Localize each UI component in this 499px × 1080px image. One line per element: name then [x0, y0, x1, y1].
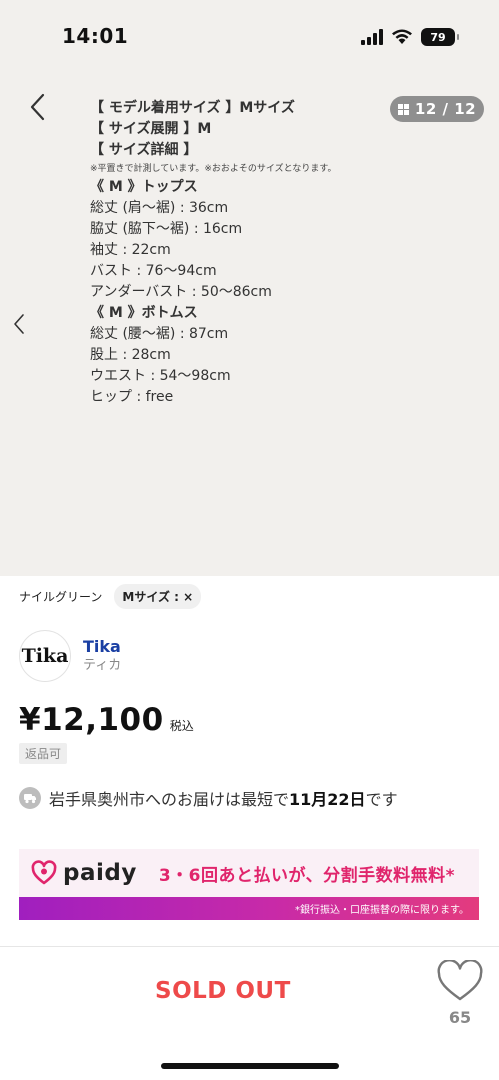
paidy-footnote: *銀行振込・口座振替の際に限ります。: [19, 897, 479, 920]
size-spec-text: 【 モデル着用サイズ 】Mサイズ 【 サイズ展開 】M 【 サイズ詳細 】 ※平…: [90, 98, 400, 408]
spec-line: 【 モデル着用サイズ 】Mサイズ: [90, 100, 295, 116]
spec-line: 総丈 (肩〜裾) : 36cm: [90, 200, 229, 216]
price: ¥12,100 税込: [19, 702, 194, 738]
delivery-date: 11月22日: [289, 790, 366, 809]
spec-line: 股上 : 28cm: [90, 347, 171, 363]
paidy-logo: paidy: [31, 860, 137, 886]
price-tax-label: 税込: [169, 719, 194, 733]
spec-line: 《 M 》トップス: [90, 179, 198, 195]
variation-row: ナイルグリーン Mサイズ : ×: [19, 584, 202, 609]
spec-line: 《 M 》ボトムス: [90, 305, 198, 321]
home-indicator[interactable]: [161, 1063, 339, 1069]
spec-line: 袖丈 : 22cm: [90, 242, 171, 258]
shop-logo[interactable]: Tika: [19, 630, 71, 682]
paidy-banner[interactable]: paidy 3・6回あと払いが、分割手数料無料* *銀行振込・口座振替の際に限り…: [19, 849, 479, 920]
status-icons: 79: [361, 26, 459, 48]
status-bar: 14:01 79: [0, 0, 499, 76]
heart-icon[interactable]: [436, 959, 484, 1002]
wifi-icon: [392, 29, 412, 44]
shop-info[interactable]: Tika Tika ティカ: [19, 630, 121, 682]
spec-line: 【 サイズ詳細 】: [90, 142, 198, 158]
shop-name-link[interactable]: Tika: [83, 637, 121, 657]
bottom-bar-divider: [0, 946, 499, 947]
delivery-prefix: 岩手県奥州市へのお届けは最短で: [49, 790, 290, 809]
delivery-estimate: 岩手県奥州市へのお届けは最短で 11月22日 です: [19, 786, 398, 810]
shop-name-kana: ティカ: [83, 658, 122, 673]
spec-line: ヒップ : free: [90, 389, 174, 405]
battery-icon: 79: [421, 28, 459, 46]
spec-line: バスト : 76〜94cm: [90, 263, 217, 279]
like-button[interactable]: 65: [436, 959, 484, 1027]
size-chip[interactable]: Mサイズ : ×: [114, 584, 202, 609]
spec-note: ※平置きで計測しています。※おおよそのサイズとなります。: [90, 164, 337, 174]
image-page-badge: 12 / 12: [390, 96, 484, 122]
price-amount: ¥12,100: [19, 702, 164, 738]
spec-line: ウエスト : 54〜98cm: [90, 368, 231, 384]
cellular-signal-icon: [361, 29, 383, 45]
spec-line: 脇丈 (脇下〜裾) : 16cm: [90, 221, 243, 237]
sold-out-button[interactable]: SOLD OUT: [155, 978, 291, 1004]
paidy-promo-text: 3・6回あと払いが、分割手数料無料*: [158, 865, 456, 886]
paidy-mark-icon: [31, 860, 57, 885]
spec-line: 総丈 (腰〜裾) : 87cm: [90, 326, 229, 342]
spec-line: アンダーバスト : 50〜86cm: [90, 284, 272, 300]
variation-color: ナイルグリーン: [19, 590, 103, 604]
previous-image-arrow[interactable]: [10, 312, 28, 336]
delivery-suffix: です: [365, 790, 398, 809]
back-button[interactable]: [26, 92, 50, 122]
truck-icon: [19, 787, 41, 809]
status-time: 14:01: [62, 24, 129, 48]
like-count: 65: [448, 1008, 472, 1027]
image-page-counter: 12 / 12: [414, 100, 477, 118]
returnable-badge: 返品可: [19, 743, 68, 764]
spec-line: 【 サイズ展開 】M: [90, 121, 212, 137]
paidy-wordmark: paidy: [63, 860, 137, 886]
